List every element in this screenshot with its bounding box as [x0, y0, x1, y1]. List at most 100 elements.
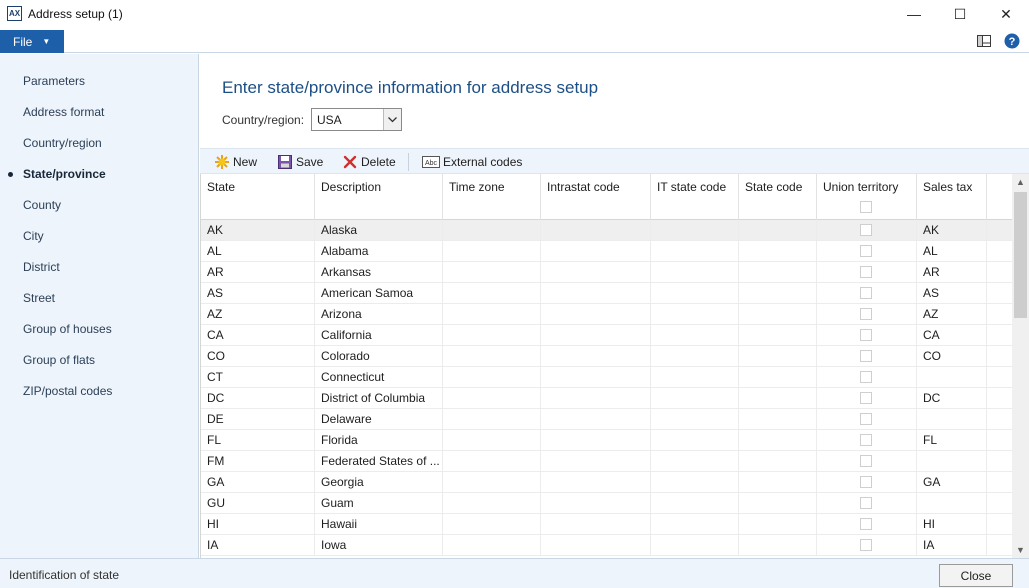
- file-menu-button[interactable]: File ▼: [0, 30, 64, 53]
- table-cell-time-zone[interactable]: [443, 514, 541, 535]
- table-cell-union-territory[interactable]: [817, 388, 917, 409]
- table-cell-description[interactable]: Arizona: [315, 304, 443, 325]
- table-cell-state[interactable]: HI: [201, 514, 315, 535]
- new-button[interactable]: New: [214, 154, 257, 170]
- table-cell-union-territory[interactable]: [817, 514, 917, 535]
- union-territory-checkbox[interactable]: [860, 539, 872, 551]
- sidebar-item-city[interactable]: City: [23, 229, 44, 243]
- table-cell-state[interactable]: AL: [201, 241, 315, 262]
- table-cell-state[interactable]: DE: [201, 409, 315, 430]
- table-cell-time-zone[interactable]: [443, 325, 541, 346]
- column-header-union-territory[interactable]: Union territory: [817, 174, 917, 220]
- table-cell-sales-tax[interactable]: HI: [917, 514, 987, 535]
- scroll-up-icon[interactable]: ▲: [1012, 174, 1029, 190]
- table-row[interactable]: FL Florida FL: [201, 430, 1012, 451]
- column-header-sales-tax[interactable]: Sales tax: [917, 174, 987, 220]
- table-cell-sales-tax[interactable]: AK: [917, 220, 987, 241]
- column-header-time-zone[interactable]: Time zone: [443, 174, 541, 220]
- table-cell-time-zone[interactable]: [443, 472, 541, 493]
- table-cell-description[interactable]: Arkansas: [315, 262, 443, 283]
- table-cell-state-code[interactable]: [739, 304, 817, 325]
- table-row[interactable]: DE Delaware: [201, 409, 1012, 430]
- table-cell-description[interactable]: Alabama: [315, 241, 443, 262]
- column-header-state-code[interactable]: State code: [739, 174, 817, 220]
- table-row[interactable]: AS American Samoa AS: [201, 283, 1012, 304]
- table-cell-union-territory[interactable]: [817, 241, 917, 262]
- table-cell-state-code[interactable]: [739, 325, 817, 346]
- union-territory-checkbox[interactable]: [860, 350, 872, 362]
- table-cell-time-zone[interactable]: [443, 283, 541, 304]
- table-cell-intrastat-code[interactable]: [541, 241, 651, 262]
- table-cell-union-territory[interactable]: [817, 304, 917, 325]
- close-window-button[interactable]: ✕: [983, 0, 1029, 28]
- table-cell-it-state-code[interactable]: [651, 535, 739, 556]
- table-row[interactable]: AZ Arizona AZ: [201, 304, 1012, 325]
- sidebar-item-county[interactable]: County: [23, 198, 61, 212]
- table-cell-state-code[interactable]: [739, 367, 817, 388]
- table-cell-intrastat-code[interactable]: [541, 346, 651, 367]
- table-cell-description[interactable]: Federated States of ...: [315, 451, 443, 472]
- table-cell-state[interactable]: CA: [201, 325, 315, 346]
- table-cell-union-territory[interactable]: [817, 535, 917, 556]
- table-cell-it-state-code[interactable]: [651, 514, 739, 535]
- table-cell-intrastat-code[interactable]: [541, 220, 651, 241]
- table-cell-union-territory[interactable]: [817, 451, 917, 472]
- table-cell-state[interactable]: CO: [201, 346, 315, 367]
- help-icon[interactable]: ?: [1004, 33, 1020, 49]
- column-header-it-state-code[interactable]: IT state code: [651, 174, 739, 220]
- table-cell-sales-tax[interactable]: GA: [917, 472, 987, 493]
- table-cell-it-state-code[interactable]: [651, 262, 739, 283]
- table-cell-description[interactable]: District of Columbia: [315, 388, 443, 409]
- table-cell-sales-tax[interactable]: AS: [917, 283, 987, 304]
- table-cell-description[interactable]: Iowa: [315, 535, 443, 556]
- table-cell-state-code[interactable]: [739, 472, 817, 493]
- table-cell-it-state-code[interactable]: [651, 346, 739, 367]
- table-cell-it-state-code[interactable]: [651, 367, 739, 388]
- table-cell-state[interactable]: AZ: [201, 304, 315, 325]
- sidebar-item-state-province[interactable]: State/province: [8, 167, 106, 181]
- union-territory-checkbox[interactable]: [860, 329, 872, 341]
- sidebar-item-country-region[interactable]: Country/region: [23, 136, 102, 150]
- union-territory-filter-checkbox[interactable]: [860, 201, 872, 213]
- dropdown-button[interactable]: [383, 109, 401, 130]
- table-cell-time-zone[interactable]: [443, 451, 541, 472]
- table-cell-intrastat-code[interactable]: [541, 451, 651, 472]
- maximize-button[interactable]: ☐: [937, 0, 983, 28]
- table-cell-intrastat-code[interactable]: [541, 367, 651, 388]
- table-cell-state-code[interactable]: [739, 241, 817, 262]
- sidebar-item-group-of-houses[interactable]: Group of houses: [23, 322, 112, 336]
- table-cell-state[interactable]: FL: [201, 430, 315, 451]
- table-cell-description[interactable]: American Samoa: [315, 283, 443, 304]
- table-cell-it-state-code[interactable]: [651, 283, 739, 304]
- table-cell-sales-tax[interactable]: DC: [917, 388, 987, 409]
- table-cell-state-code[interactable]: [739, 451, 817, 472]
- union-territory-checkbox[interactable]: [860, 287, 872, 299]
- table-cell-union-territory[interactable]: [817, 283, 917, 304]
- table-row[interactable]: CA California CA: [201, 325, 1012, 346]
- table-cell-state-code[interactable]: [739, 430, 817, 451]
- save-button[interactable]: Save: [277, 154, 323, 170]
- table-cell-state-code[interactable]: [739, 283, 817, 304]
- table-cell-state[interactable]: DC: [201, 388, 315, 409]
- sidebar-item-street[interactable]: Street: [23, 291, 55, 305]
- table-cell-sales-tax[interactable]: [917, 451, 987, 472]
- table-cell-state-code[interactable]: [739, 514, 817, 535]
- close-button[interactable]: Close: [939, 564, 1013, 587]
- table-cell-intrastat-code[interactable]: [541, 430, 651, 451]
- delete-button[interactable]: Delete: [342, 154, 396, 170]
- table-row[interactable]: HI Hawaii HI: [201, 514, 1012, 535]
- table-cell-state-code[interactable]: [739, 346, 817, 367]
- table-row[interactable]: CT Connecticut: [201, 367, 1012, 388]
- table-cell-state[interactable]: GA: [201, 472, 315, 493]
- table-cell-state[interactable]: AS: [201, 283, 315, 304]
- union-territory-checkbox[interactable]: [860, 266, 872, 278]
- sidebar-item-group-of-flats[interactable]: Group of flats: [23, 353, 95, 367]
- union-territory-checkbox[interactable]: [860, 224, 872, 236]
- union-territory-checkbox[interactable]: [860, 497, 872, 509]
- sidebar-item-address-format[interactable]: Address format: [23, 105, 104, 119]
- table-cell-state[interactable]: IA: [201, 535, 315, 556]
- table-cell-sales-tax[interactable]: [917, 493, 987, 514]
- table-row[interactable]: DC District of Columbia DC: [201, 388, 1012, 409]
- table-cell-it-state-code[interactable]: [651, 430, 739, 451]
- table-cell-state-code[interactable]: [739, 535, 817, 556]
